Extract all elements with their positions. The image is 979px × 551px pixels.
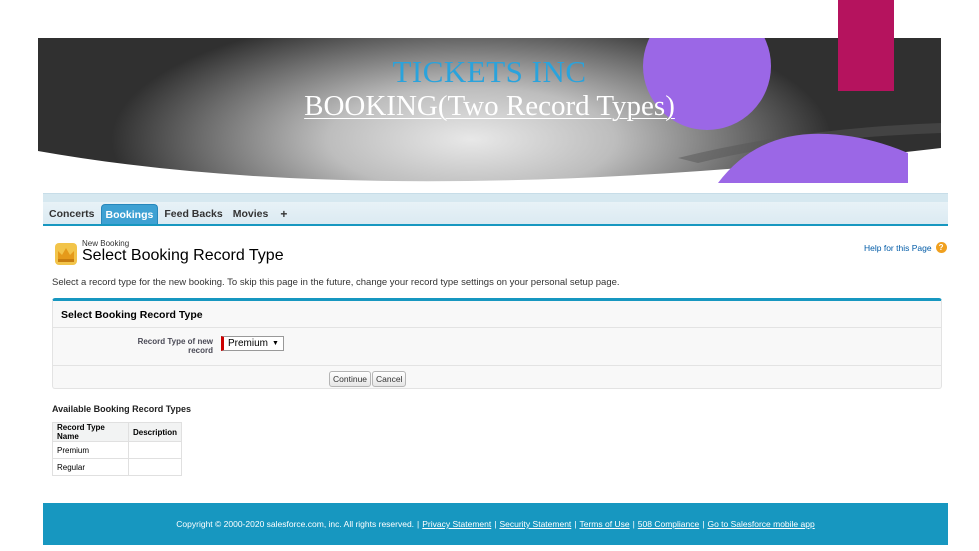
table-header-row: Record Type Name Description <box>52 422 183 442</box>
cancel-button[interactable]: Cancel <box>372 371 407 387</box>
tab-bookings[interactable]: Bookings <box>100 204 159 224</box>
slide-banner: TICKETS INC BOOKING(Two Record Types) <box>38 38 941 183</box>
record-type-select[interactable]: Premium ▼ <box>221 336 284 351</box>
footer-separator: | <box>417 519 420 529</box>
intro-text: Select a record type for the new booking… <box>52 277 620 288</box>
continue-button[interactable]: Continue <box>329 371 372 387</box>
tab-feed-backs[interactable]: Feed Backs <box>160 204 226 224</box>
panel-divider <box>53 327 941 328</box>
purple-circle-bottom <box>718 133 908 183</box>
app-header-strip <box>43 193 948 202</box>
column-header-name: Record Type Name <box>52 422 129 442</box>
terms-of-use-link[interactable]: Terms of Use <box>580 519 630 529</box>
footer-copyright: Copyright © 2000-2020 salesforce.com, in… <box>176 519 415 529</box>
security-statement-link[interactable]: Security Statement <box>499 519 571 529</box>
panel-header: Select Booking Record Type <box>61 309 203 321</box>
record-types-table: Record Type Name Description Premium Reg… <box>52 422 183 476</box>
column-header-description: Description <box>127 422 183 442</box>
tab-movies[interactable]: Movies <box>229 204 273 224</box>
help-link[interactable]: Help for this Page ? <box>864 242 947 253</box>
magenta-accent-bar <box>838 0 894 91</box>
page-title: Select Booking Record Type <box>82 247 284 264</box>
tab-bar: Concerts Bookings Feed Backs Movies + <box>43 202 948 226</box>
help-link-label[interactable]: Help for this Page <box>864 243 932 253</box>
help-icon[interactable]: ? <box>935 242 947 253</box>
cell-record-type-name: Premium <box>52 441 129 459</box>
record-type-panel: Select Booking Record Type Record Type o… <box>52 298 942 389</box>
available-types-heading: Available Booking Record Types <box>52 404 192 414</box>
table-row: Regular <box>52 458 183 476</box>
crown-icon <box>55 243 77 265</box>
tab-concerts[interactable]: Concerts <box>45 204 99 224</box>
footer-separator: | <box>574 519 577 529</box>
mobile-app-link[interactable]: Go to Salesforce mobile app <box>707 519 814 529</box>
cell-description <box>127 441 183 459</box>
slide-title: TICKETS INC <box>392 54 587 89</box>
record-type-label: Record Type of new record <box>137 337 213 355</box>
tab-add-icon[interactable]: + <box>274 204 293 224</box>
footer: Copyright © 2000-2020 salesforce.com, in… <box>43 503 948 545</box>
table-row: Premium <box>52 441 183 459</box>
chevron-down-icon[interactable]: ▼ <box>272 337 279 350</box>
footer-separator: | <box>494 519 497 529</box>
privacy-statement-link[interactable]: Privacy Statement <box>422 519 491 529</box>
footer-separator: | <box>702 519 705 529</box>
slide-subtitle: BOOKING(Two Record Types) <box>304 90 675 122</box>
cell-description <box>127 458 183 476</box>
compliance-508-link[interactable]: 508 Compliance <box>638 519 699 529</box>
footer-separator: | <box>632 519 635 529</box>
panel-divider <box>53 365 941 366</box>
record-type-select-value[interactable]: Premium <box>228 337 268 350</box>
cell-record-type-name: Regular <box>52 458 129 476</box>
slide-canvas: { "slide": { "title": "TICKETS INC", "su… <box>0 0 979 551</box>
